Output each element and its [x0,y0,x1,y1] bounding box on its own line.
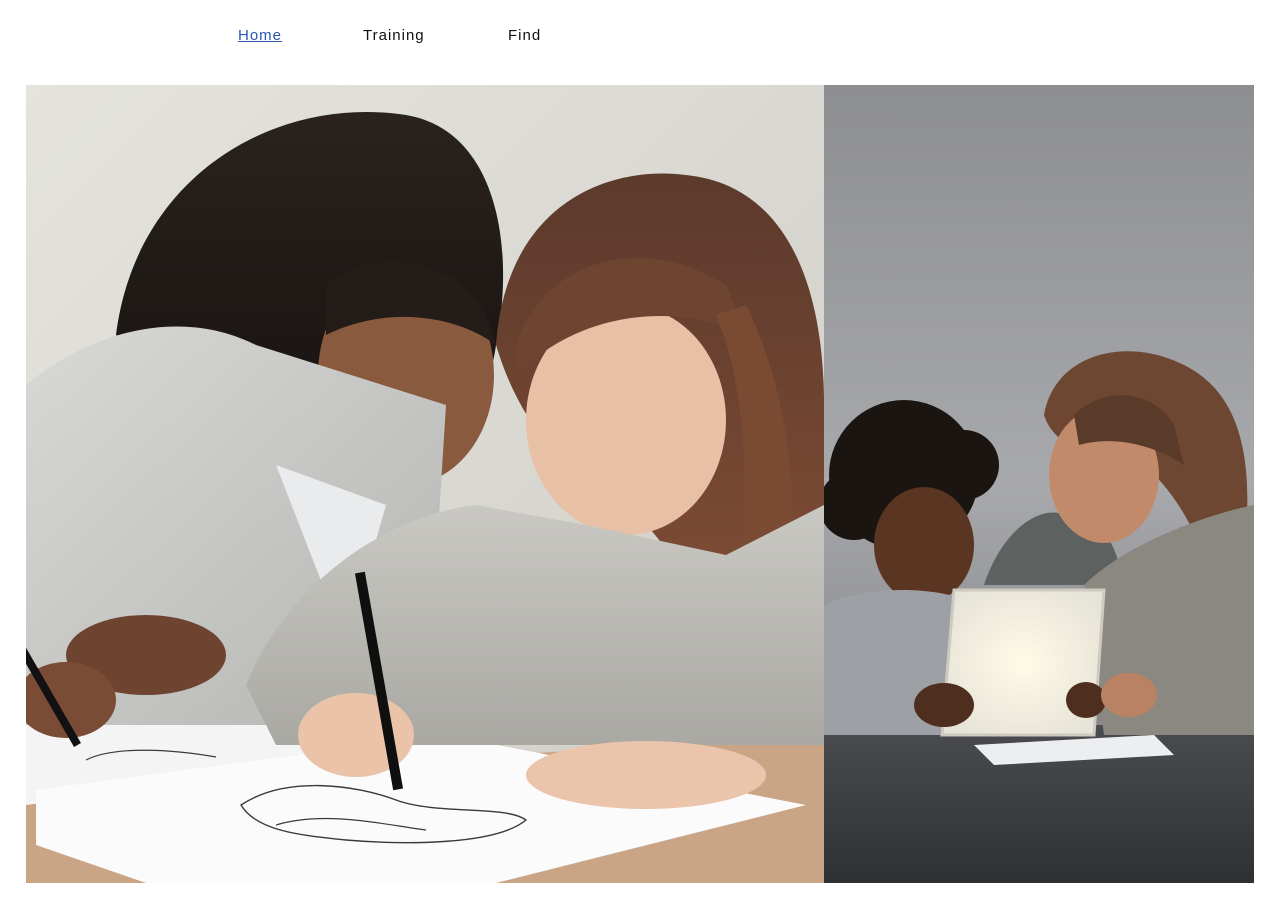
nav-link-training[interactable]: Training [363,27,425,44]
top-navigation: Home Training Find [0,0,1280,72]
page: Home Training Find [0,0,1280,900]
two-women-drawing-image [26,85,824,883]
two-women-drawing-photo[interactable] [26,85,824,883]
child-and-woman-tablet-image [824,85,1254,883]
hero-gallery [26,85,1254,883]
child-and-woman-tablet-photo[interactable] [824,85,1254,883]
nav-link-home[interactable]: Home [238,27,282,44]
nav-link-find[interactable]: Find [508,27,541,44]
